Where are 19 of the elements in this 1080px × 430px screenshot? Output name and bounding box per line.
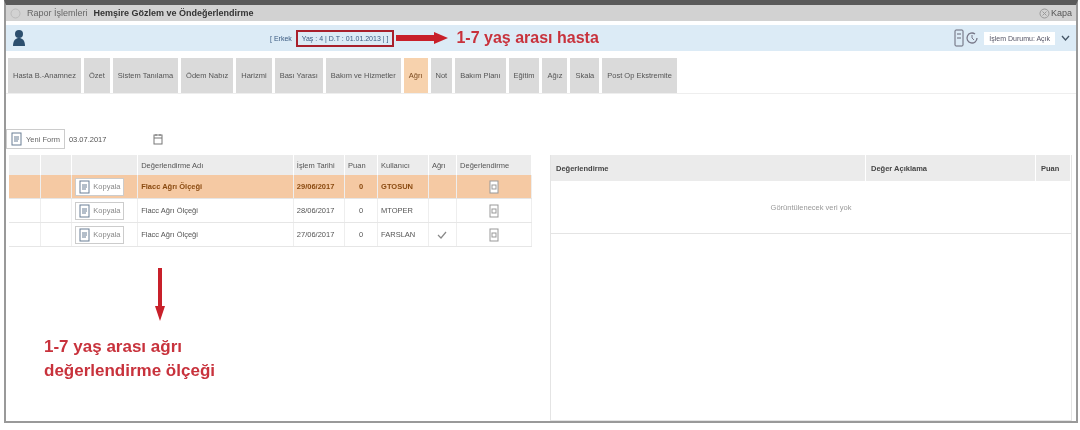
document-icon [79, 179, 92, 194]
breadcrumb-link[interactable]: Rapor İşlemleri [27, 8, 88, 18]
calendar-icon[interactable] [152, 133, 163, 145]
close-button[interactable]: Kapa [1038, 7, 1072, 19]
chevron-down-icon[interactable] [1061, 35, 1070, 41]
close-icon [1038, 7, 1050, 19]
document-icon [79, 227, 92, 242]
document-icon [79, 203, 92, 218]
person-icon [12, 29, 26, 47]
arrow-icon [154, 268, 166, 322]
form-icon[interactable] [489, 179, 500, 194]
annotation-text: 1-7 yaş arası ağrı değerlendirme ölçeği [44, 336, 216, 382]
phone-icon[interactable] [954, 29, 965, 47]
window-title: Hemşire Gözlem ve Öndeğerlendirme [93, 8, 254, 18]
history-icon[interactable] [964, 30, 981, 46]
document-icon [11, 132, 23, 146]
annotation-text: 1-7 yaş arası hasta [456, 29, 599, 47]
form-icon[interactable] [489, 203, 500, 218]
form-icon[interactable] [489, 227, 500, 242]
